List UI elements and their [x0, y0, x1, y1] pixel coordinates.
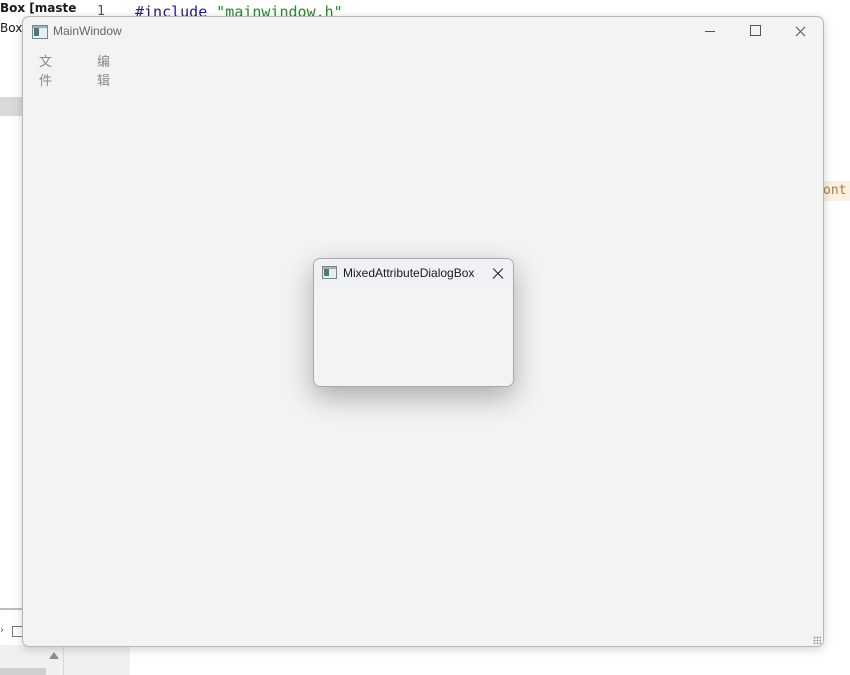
dialog-window: MixedAttributeDialogBox — [313, 258, 514, 387]
dialog-close-button[interactable] — [486, 262, 510, 286]
maximize-button[interactable] — [732, 17, 778, 47]
bg-chevron-icon: › — [0, 625, 4, 636]
project-title: Box [maste — [0, 1, 77, 15]
scroll-up-icon[interactable] — [49, 652, 59, 659]
close-button[interactable] — [777, 17, 823, 47]
dialog-title: MixedAttributeDialogBox — [343, 266, 475, 280]
title-bar[interactable]: MainWindow — [23, 17, 823, 47]
app-icon — [32, 25, 48, 39]
maximize-icon — [750, 25, 761, 36]
dialog-title-bar[interactable]: MixedAttributeDialogBox — [314, 259, 513, 288]
window-title: MainWindow — [53, 24, 122, 38]
minimize-icon — [705, 31, 715, 32]
bg-divider — [0, 608, 22, 610]
bg-selection-bar — [0, 97, 22, 116]
minimize-button[interactable] — [687, 17, 733, 47]
bg-divider-vertical — [63, 645, 64, 675]
resize-grip-icon[interactable] — [813, 636, 821, 644]
project-subtitle: Box — [0, 21, 23, 35]
dialog-app-icon — [322, 266, 337, 279]
code-snippet: ont — [823, 181, 850, 201]
menu-edit[interactable]: 编辑 — [97, 51, 110, 89]
menu-file[interactable]: 文件 — [39, 51, 52, 89]
bg-scrollbar[interactable] — [0, 668, 46, 675]
